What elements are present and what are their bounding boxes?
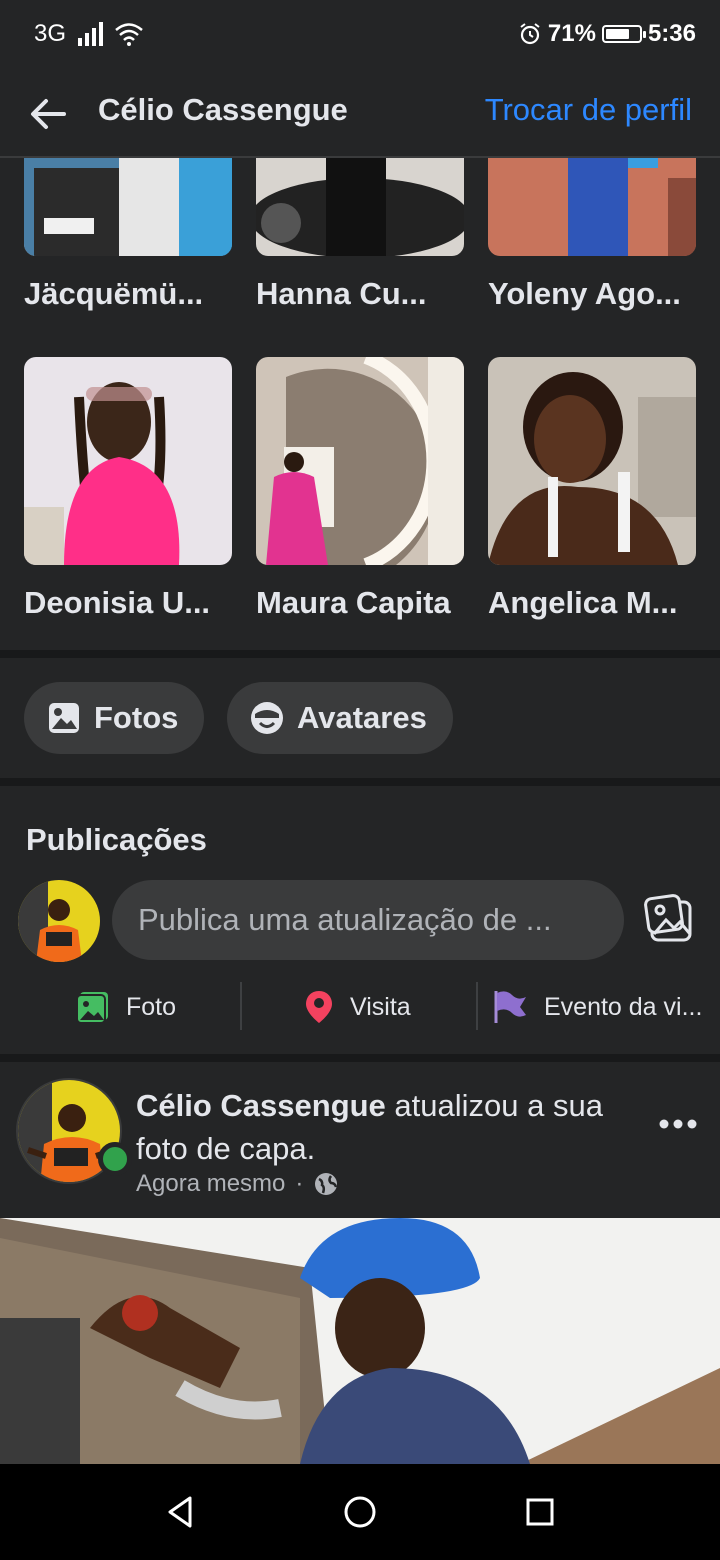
friend-name[interactable]: Maura Capita (256, 585, 464, 621)
flag-icon (494, 991, 526, 1023)
more-options-icon[interactable] (658, 1114, 698, 1134)
network-type: 3G (34, 20, 67, 47)
section-title: Publicações (26, 822, 207, 857)
friend-card[interactable]: Deonisia U... (24, 357, 232, 621)
friend-photo[interactable] (256, 158, 464, 256)
globe-icon (315, 1173, 338, 1195)
friend-card[interactable]: Angelica M... (488, 357, 696, 621)
publications-section: Publicações Publica uma atualização de .… (0, 786, 720, 1054)
wifi-icon (115, 23, 143, 46)
friend-name[interactable]: Deonisia U... (24, 585, 232, 621)
signal-icon (78, 22, 104, 46)
battery-icon (601, 25, 646, 43)
section-divider (0, 1054, 720, 1062)
avatar-face-icon (251, 702, 283, 734)
profile-tabs: Fotos Avatares (0, 658, 720, 778)
friend-photo[interactable] (256, 357, 464, 565)
avatars-label: Avatares (297, 700, 427, 735)
friends-grid: Jäcquëmü... Hanna Cu... Yoleny Ago... De… (0, 158, 720, 650)
status-bar: 3G 71% 5:36 (0, 0, 720, 70)
section-divider (0, 778, 720, 786)
friend-photo[interactable] (488, 158, 696, 256)
section-divider (0, 650, 720, 658)
photos-label: Fotos (94, 700, 179, 735)
post-time[interactable]: Agora mesmo (136, 1170, 285, 1198)
arrow-left-icon[interactable] (24, 90, 72, 138)
location-pin-icon (306, 991, 332, 1023)
add-photo-icon[interactable] (644, 894, 698, 948)
photos-icon (49, 703, 79, 733)
page-title: Célio Cassengue (98, 92, 348, 127)
friend-card[interactable]: Jäcquëmü... (24, 158, 232, 312)
friend-card[interactable]: Hanna Cu... (256, 158, 464, 312)
clock: 5:36 (647, 20, 696, 47)
avatar[interactable] (18, 880, 100, 962)
life-event-action-label: Evento da vi... (544, 992, 703, 1021)
avatars-button[interactable]: Avatares (227, 682, 453, 754)
status-composer-input[interactable]: Publica uma atualização de ... (112, 880, 624, 960)
alarm-icon (520, 23, 540, 45)
nav-recents-icon[interactable] (516, 1488, 564, 1536)
visit-action-button[interactable]: Visita (304, 982, 411, 1032)
friend-photo[interactable] (488, 357, 696, 565)
meta-separator: · (295, 1170, 304, 1197)
friend-photo[interactable] (24, 158, 232, 256)
photos-button[interactable]: Fotos (24, 682, 205, 754)
composer-actions: Foto Visita Evento da vi... (0, 982, 720, 1032)
friend-photo[interactable] (24, 357, 232, 565)
feed-post: Célio Cassengue atualizou a sua foto de … (0, 1062, 720, 1464)
post-header-text: Célio Cassengue atualizou a sua foto de … (136, 1084, 656, 1170)
nav-home-icon[interactable] (336, 1488, 384, 1536)
online-status-indicator (98, 1142, 132, 1176)
photo-action-label: Foto (126, 992, 177, 1021)
friend-name[interactable]: Hanna Cu... (256, 276, 464, 312)
friend-card[interactable]: Yoleny Ago... (488, 158, 696, 312)
divider (240, 982, 242, 1030)
visit-action-label: Visita (350, 992, 411, 1021)
battery-percent: 71% (547, 20, 596, 47)
post-meta: Agora mesmo · (136, 1170, 339, 1198)
life-event-action-button[interactable]: Evento da vi... (492, 982, 702, 1032)
friend-card[interactable]: Maura Capita (256, 357, 464, 621)
switch-profile-link[interactable]: Trocar de perfil (485, 92, 692, 128)
system-nav-bar (0, 1464, 720, 1560)
photo-icon (76, 992, 108, 1024)
friend-name[interactable]: Yoleny Ago... (488, 276, 696, 312)
nav-back-icon[interactable] (156, 1488, 204, 1536)
post-author[interactable]: Célio Cassengue (136, 1088, 386, 1123)
app-header: Célio Cassengue Trocar de perfil (0, 70, 720, 158)
friend-name[interactable]: Jäcquëmü... (24, 276, 232, 312)
photo-action-button[interactable]: Foto (76, 982, 176, 1032)
friend-name[interactable]: Angelica M... (488, 585, 696, 621)
cover-photo-image[interactable] (0, 1218, 720, 1464)
divider (476, 982, 478, 1030)
